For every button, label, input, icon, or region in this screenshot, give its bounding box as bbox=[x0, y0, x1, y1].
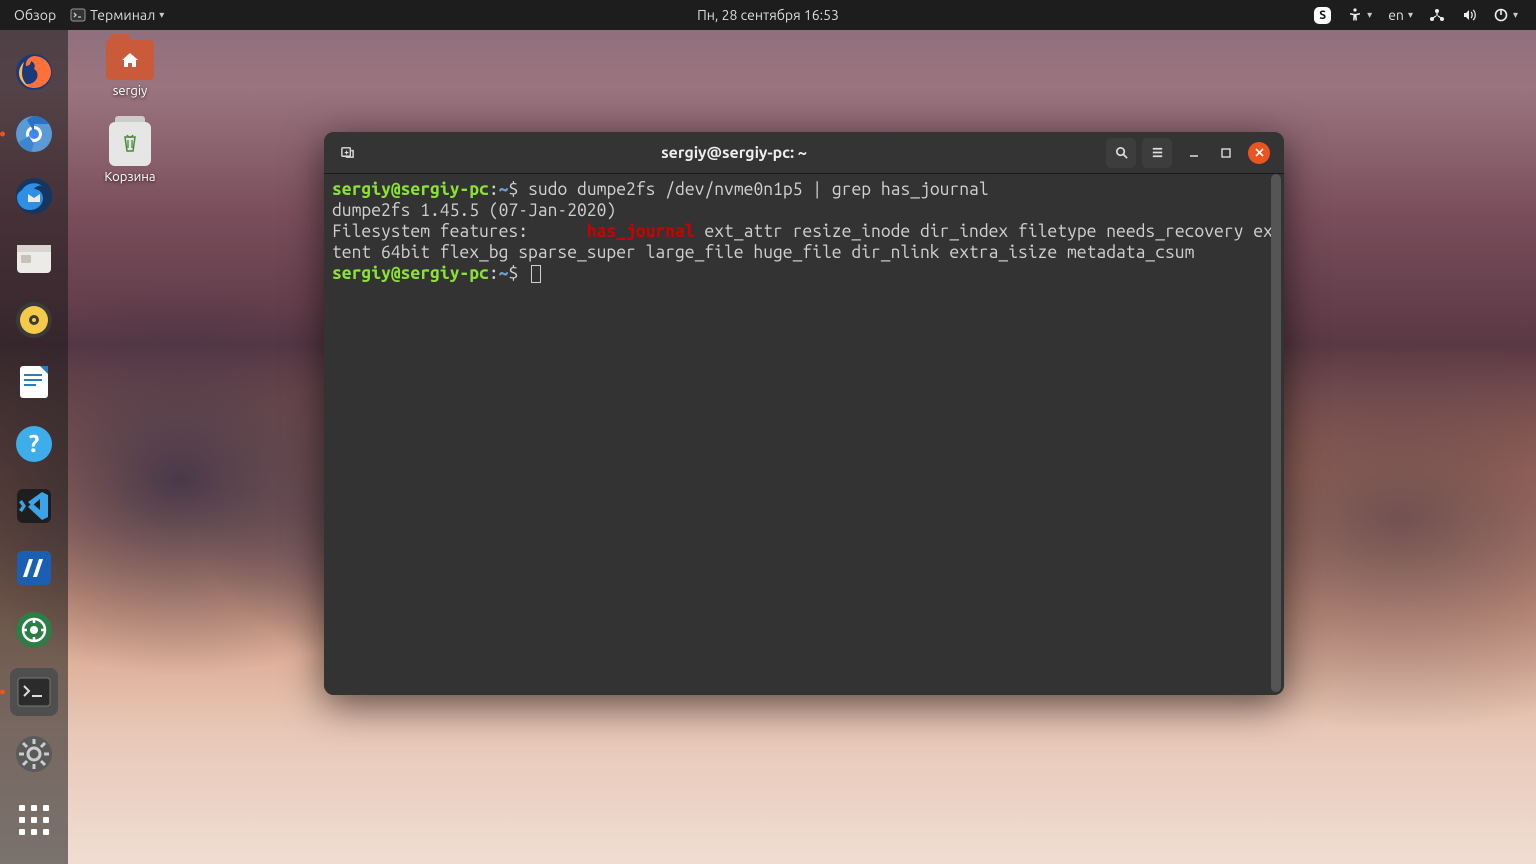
desktop-home-folder[interactable]: sergiy bbox=[90, 40, 170, 98]
volume-icon[interactable] bbox=[1461, 7, 1477, 23]
chevron-down-icon: ▾ bbox=[1513, 9, 1518, 21]
app-menu-label: Терминал bbox=[90, 7, 155, 23]
skype-indicator-icon[interactable]: S bbox=[1314, 7, 1331, 24]
top-panel: Обзор Терминал ▾ Пн, 28 сентября 16:53 S… bbox=[0, 0, 1536, 30]
scrollbar[interactable] bbox=[1271, 174, 1281, 692]
folder-icon bbox=[106, 40, 154, 80]
accessibility-icon bbox=[1347, 7, 1363, 23]
dock-libreoffice-writer[interactable] bbox=[10, 358, 58, 406]
menu-button[interactable] bbox=[1142, 138, 1172, 168]
output-line: Filesystem features: has_journal ext_att… bbox=[332, 221, 1276, 263]
grep-match: has_journal bbox=[587, 222, 695, 241]
desktop-icon-label: sergiy bbox=[113, 84, 148, 98]
chevron-down-icon: ▾ bbox=[1367, 9, 1372, 21]
dock-virtualbox[interactable] bbox=[10, 544, 58, 592]
desktop-trash[interactable]: Корзина bbox=[90, 122, 170, 184]
command-text: sudo dumpe2fs /dev/nvme0n1p5 | grep has_… bbox=[528, 180, 989, 199]
terminal-app-icon bbox=[70, 7, 86, 23]
window-title: sergiy@sergiy-pc: ~ bbox=[368, 144, 1100, 162]
trash-icon bbox=[109, 122, 151, 166]
prompt-path: ~ bbox=[499, 180, 509, 199]
maximize-button[interactable] bbox=[1216, 143, 1236, 163]
terminal-content[interactable]: sergiy@sergiy-pc:~$ sudo dumpe2fs /dev/n… bbox=[324, 174, 1284, 695]
new-tab-button[interactable] bbox=[332, 138, 362, 168]
cursor bbox=[531, 265, 541, 283]
svg-text:?: ? bbox=[29, 430, 40, 457]
prompt-user: sergiy bbox=[332, 180, 391, 199]
output-line: dumpe2fs 1.45.5 (07-Jan-2020) bbox=[332, 200, 1276, 221]
titlebar[interactable]: sergiy@sergiy-pc: ~ bbox=[324, 132, 1284, 174]
app-menu[interactable]: Терминал ▾ bbox=[70, 7, 164, 23]
prompt-host: sergiy-pc bbox=[401, 180, 489, 199]
dock-rhythmbox[interactable] bbox=[10, 296, 58, 344]
dock-help[interactable]: ? bbox=[10, 420, 58, 468]
dock-settings[interactable] bbox=[10, 730, 58, 778]
search-button[interactable] bbox=[1106, 138, 1136, 168]
terminal-window: sergiy@sergiy-pc: ~ sergiy@sergiy-pc:~$ … bbox=[324, 132, 1284, 695]
desktop-icon-label: Корзина bbox=[104, 170, 155, 184]
power-menu[interactable]: ▾ bbox=[1493, 7, 1518, 23]
dock: ? bbox=[0, 30, 68, 864]
desktop-icons: sergiy Корзина bbox=[90, 40, 170, 184]
dock-chromium[interactable] bbox=[10, 110, 58, 158]
show-applications-button[interactable] bbox=[10, 796, 58, 844]
dock-firefox[interactable] bbox=[10, 48, 58, 96]
activities-button[interactable]: Обзор bbox=[14, 7, 56, 23]
clock[interactable]: Пн, 28 сентября 16:53 bbox=[697, 7, 839, 23]
dock-thunderbird[interactable] bbox=[10, 172, 58, 220]
close-button[interactable] bbox=[1248, 142, 1270, 164]
chevron-down-icon: ▾ bbox=[1408, 9, 1413, 21]
input-source-label: en bbox=[1388, 7, 1404, 23]
power-icon bbox=[1493, 7, 1509, 23]
input-source-menu[interactable]: en ▾ bbox=[1388, 7, 1413, 23]
accessibility-menu[interactable]: ▾ bbox=[1347, 7, 1372, 23]
minimize-button[interactable] bbox=[1184, 143, 1204, 163]
dock-vscode[interactable] bbox=[10, 482, 58, 530]
dock-terminal[interactable] bbox=[10, 668, 58, 716]
dock-remmina[interactable] bbox=[10, 606, 58, 654]
network-icon[interactable] bbox=[1429, 7, 1445, 23]
chevron-down-icon: ▾ bbox=[159, 9, 164, 21]
dock-files[interactable] bbox=[10, 234, 58, 282]
